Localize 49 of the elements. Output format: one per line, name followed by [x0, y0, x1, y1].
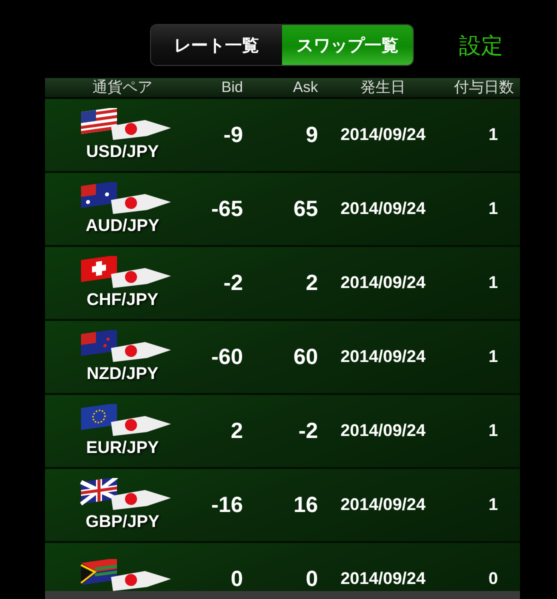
days-cell-text: 1	[488, 125, 499, 145]
settings-link[interactable]: 設定	[459, 31, 503, 61]
pair-label: GBP/JPY	[86, 512, 160, 532]
pair-label: AUD/JPY	[86, 216, 160, 236]
column-header: 発生日	[360, 78, 406, 97]
table-row[interactable]: AUD/JPY -65 65 2014/09/24 1	[45, 173, 520, 247]
column-header: 付与日数	[454, 78, 514, 97]
table-row[interactable]: GBP/JPY -16 16 2014/09/24 1	[45, 469, 520, 543]
ask-cell-text: 65	[292, 196, 318, 222]
bid-cell-text: -9	[222, 122, 243, 148]
date-cell-text: 2014/09/24	[339, 273, 427, 293]
tab[interactable]: レート一覧	[151, 25, 282, 65]
pair-label: CHF/JPY	[86, 290, 158, 310]
table-row[interactable]: USD/JPY -9 9 2014/09/24 1	[45, 99, 520, 173]
ask-cell-text: 16	[292, 492, 318, 518]
bid-cell-text: -16	[210, 492, 243, 518]
pair-label: EUR/JPY	[86, 438, 159, 458]
ask-cell-text: 60	[292, 344, 318, 370]
days-cell-text: 1	[488, 421, 499, 441]
table-row[interactable]: 0 0 2014/09/24 0	[45, 543, 520, 591]
ask-cell-text: 9	[304, 122, 318, 148]
days-cell-text: 1	[488, 347, 499, 367]
pair-label: USD/JPY	[86, 142, 159, 162]
date-cell-text: 2014/09/24	[339, 125, 427, 145]
table-row[interactable]: NZD/JPY -60 60 2014/09/24 1	[45, 321, 520, 395]
ask-cell-text: -2	[297, 418, 318, 444]
bid-cell-text: -65	[210, 196, 243, 222]
date-cell-text: 2014/09/24	[339, 199, 427, 219]
date-cell-text: 2014/09/24	[339, 421, 427, 441]
bid-cell-text: 2	[230, 418, 243, 444]
table-row[interactable]: CHF/JPY -2 2 2014/09/24 1	[45, 247, 520, 321]
tab[interactable]: スワップ一覧	[282, 25, 413, 65]
bid-cell-text: -60	[210, 344, 243, 370]
bid-cell-text: -2	[222, 270, 243, 296]
days-cell-text: 0	[488, 569, 499, 589]
date-cell-text: 2014/09/24	[339, 495, 427, 515]
pair-label: NZD/JPY	[86, 364, 158, 384]
column-header: Bid	[221, 79, 243, 96]
table-row[interactable]: EUR/JPY 2 -2 2014/09/24 1	[45, 395, 520, 469]
column-header: Ask	[292, 79, 318, 96]
days-cell-text: 1	[488, 273, 499, 293]
column-header: 通貨ペア	[92, 78, 152, 97]
date-cell-text: 2014/09/24	[339, 569, 427, 589]
days-cell-text: 1	[488, 199, 499, 219]
bid-cell-text: 0	[230, 566, 243, 591]
ask-cell-text: 0	[304, 566, 318, 591]
date-cell-text: 2014/09/24	[339, 347, 427, 367]
days-cell-text: 1	[488, 495, 499, 515]
ask-cell-text: 2	[304, 270, 318, 296]
